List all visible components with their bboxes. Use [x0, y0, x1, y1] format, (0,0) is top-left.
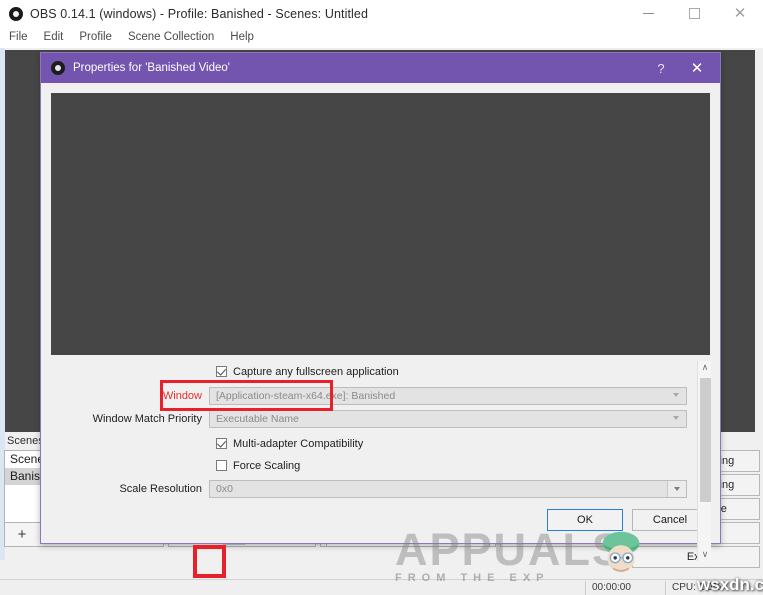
scale-resolution-value: 0x0	[216, 482, 233, 495]
menu-item-file[interactable]: File	[0, 27, 36, 48]
window-match-priority-label: Window Match Priority	[92, 412, 202, 425]
multi-adapter-label: Multi-adapter Compatibility	[233, 437, 364, 450]
scroll-down-icon[interactable]: ∨	[698, 548, 712, 561]
chevron-down-icon[interactable]	[667, 480, 686, 497]
dialog-title: Properties for 'Banished Video'	[73, 62, 230, 74]
force-scaling-checkbox[interactable]	[216, 460, 227, 471]
dialog-close-icon[interactable]: ✕	[684, 53, 710, 83]
scale-resolution-label: Scale Resolution	[119, 482, 202, 495]
status-recording-time: 00:00:00	[592, 582, 631, 593]
chevron-down-icon	[673, 415, 679, 420]
ok-button[interactable]: OK	[547, 509, 623, 531]
add-scene-button[interactable]: +	[11, 525, 33, 545]
dialog-titlebar: Properties for 'Banished Video' ? ✕	[41, 53, 720, 83]
form-row: Multi-adapter Compatibility	[51, 433, 691, 454]
form-row: Scale Resolution 0x0	[51, 478, 691, 499]
window-select[interactable]: [Application-steam-x64.exe]: Banished	[209, 386, 687, 405]
obs-logo-icon	[9, 6, 23, 21]
window-label: Window	[162, 389, 202, 402]
help-icon[interactable]: ?	[648, 53, 674, 83]
maximize-button[interactable]	[671, 0, 717, 27]
form-row: Capture any fullscreen application	[51, 361, 691, 382]
chevron-down-icon	[673, 392, 679, 397]
form-row: Window Match Priority Executable Name	[51, 408, 691, 429]
form-row: Force Scaling	[51, 455, 691, 476]
exit-button[interactable]: Exit	[632, 546, 760, 568]
properties-form: Capture any fullscreen application Windo…	[51, 361, 710, 501]
minimize-icon	[642, 13, 654, 14]
window-select-value: [Application-steam-x64.exe]: Banished	[216, 389, 396, 402]
obs-logo-icon	[51, 61, 65, 75]
menu-item-help[interactable]: Help	[222, 27, 262, 48]
capture-fullscreen-checkbox-row[interactable]: Capture any fullscreen application	[216, 366, 399, 378]
menu-item-edit[interactable]: Edit	[36, 27, 72, 48]
scrollbar-thumb[interactable]	[700, 378, 711, 502]
force-scaling-label: Force Scaling	[233, 459, 301, 472]
source-preview	[51, 93, 710, 355]
minimize-button[interactable]	[625, 0, 671, 27]
menu-item-profile[interactable]: Profile	[71, 27, 120, 48]
properties-dialog: Properties for 'Banished Video' ? ✕ Capt…	[40, 52, 721, 561]
window-match-priority-select[interactable]: Executable Name	[209, 409, 687, 428]
form-row: Window [Application-steam-x64.exe]: Bani…	[51, 385, 691, 406]
menu-bar: File Edit Profile Scene Collection Help	[0, 27, 763, 48]
window-titlebar: OBS 0.14.1 (windows) - Profile: Banished…	[0, 0, 763, 27]
multi-adapter-checkbox-row[interactable]: Multi-adapter Compatibility	[216, 438, 363, 450]
status-bar: 00:00:00 CPU: 1.0%	[0, 579, 763, 595]
menu-item-scene-collection[interactable]: Scene Collection	[120, 27, 222, 48]
capture-fullscreen-label: Capture any fullscreen application	[233, 365, 399, 378]
close-button[interactable]: ✕	[717, 0, 763, 27]
maximize-icon	[688, 8, 700, 19]
form-scrollbar[interactable]: ∧ ∨	[697, 361, 711, 561]
capture-fullscreen-checkbox[interactable]	[216, 366, 227, 377]
scale-resolution-select[interactable]: 0x0	[209, 479, 687, 498]
dialog-button-row: OK Cancel	[547, 509, 708, 531]
multi-adapter-checkbox[interactable]	[216, 438, 227, 449]
window-match-priority-value: Executable Name	[216, 412, 299, 425]
close-icon: ✕	[733, 5, 747, 22]
scroll-up-icon[interactable]: ∧	[698, 361, 712, 374]
force-scaling-checkbox-row[interactable]: Force Scaling	[216, 460, 300, 472]
status-cpu-usage: CPU: 1.0%	[672, 582, 722, 593]
window-title: OBS 0.14.1 (windows) - Profile: Banished…	[30, 6, 368, 21]
